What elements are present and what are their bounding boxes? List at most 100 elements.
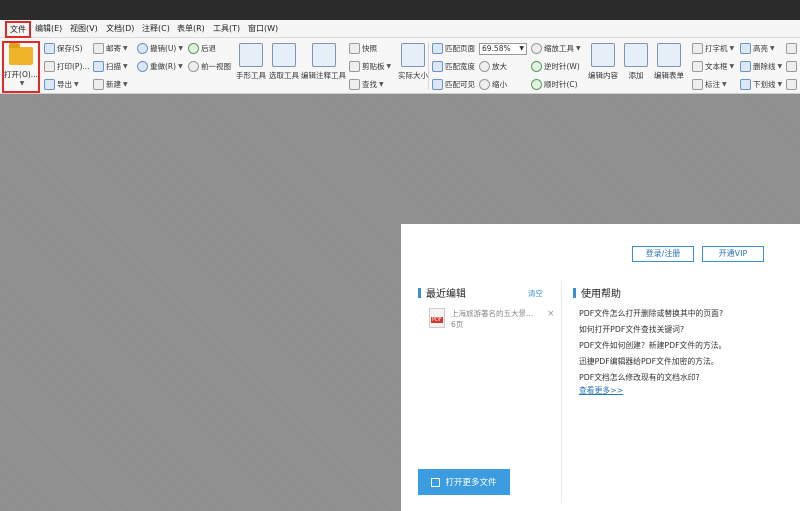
redo-button[interactable]: 重做(R) ▼ [137,61,183,72]
menu-tools[interactable]: 工具(T) [213,23,240,34]
zoom-out-button[interactable]: 缩小 [479,79,507,90]
edit-annotation-tool-button[interactable]: 编辑注释工具 [301,43,346,81]
undo-label: 撤销(U) [150,44,177,53]
comment-button[interactable] [786,43,799,54]
add-button[interactable]: 添加 [624,43,648,81]
zoom-select[interactable]: 69.58% ▼ [479,43,527,55]
chevron-down-icon: ▼ [178,63,183,70]
rotate-cw-button[interactable]: 顺时针(C) [531,79,578,90]
login-register-button[interactable]: 登录/注册 [632,246,694,262]
menu-file[interactable]: 文件 [5,21,31,38]
zoom-in-button[interactable]: 放大 [479,61,507,72]
fit-width-label: 匹配宽度 [445,62,475,71]
menu-edit[interactable]: 编辑(E) [35,23,62,34]
snapshot-button[interactable]: 快照 [349,43,377,54]
remove-recent-icon[interactable]: × [547,309,555,319]
find-button[interactable]: 查找 ▼ [349,79,384,90]
help-link[interactable]: 如何打开PDF文件查找关键词? [579,322,726,338]
menu-annotate[interactable]: 注释(C) [142,23,170,34]
scan-button[interactable]: 扫描 ▼ [93,61,128,72]
save-button[interactable]: 保存(S) [44,43,83,54]
highlight-button[interactable]: 高亮 ▼ [740,43,775,54]
export-icon [44,79,55,90]
open-button[interactable]: 打开(O)... ▼ [2,41,40,93]
edit-annotation-label: 编辑注释工具 [301,71,346,80]
panel-divider [561,282,562,502]
back-button[interactable]: 后退 [188,43,216,54]
chevron-down-icon: ▼ [19,80,25,87]
chevron-down-icon: ▼ [519,45,524,52]
print-icon [44,61,55,72]
view-more-link[interactable]: 查看更多>> [579,385,623,396]
pdf-file-icon [429,308,445,328]
hand-tool-label: 手形工具 [236,71,266,80]
print-button[interactable]: 打印(P)... [44,61,90,72]
mail-icon [93,43,104,54]
help-list: PDF文件怎么打开删除或替换其中的页面? 如何打开PDF文件查找关键词? PDF… [579,306,726,386]
recent-title-text: 最近编辑 [426,289,466,300]
typewriter-button[interactable]: 打字机 ▼ [692,43,734,54]
menu-view[interactable]: 视图(V) [70,23,98,34]
export-button[interactable]: 导出 ▼ [44,79,79,90]
menu-form[interactable]: 表单(R) [177,23,205,34]
rotate-cw-icon [531,79,542,90]
strikeout-button[interactable]: 删除线 ▼ [740,61,782,72]
new-label: 新建 [106,80,121,89]
chevron-down-icon: ▼ [729,45,735,52]
help-link[interactable]: PDF文件怎么打开删除或替换其中的页面? [579,306,726,322]
fit-page-label: 匹配页面 [445,44,475,53]
menu-document[interactable]: 文档(D) [106,23,134,34]
chevron-down-icon: ▼ [123,45,128,52]
recent-file-item[interactable]: 上海旅游著名的五大景... 6页 × [429,308,555,334]
menu-window[interactable]: 窗口(W) [248,23,278,34]
zoom-tool-button[interactable]: 缩放工具 ▼ [531,43,581,54]
undo-button[interactable]: 撤销(U) ▼ [137,43,183,54]
mail-button[interactable]: 邮寄 ▼ [93,43,128,54]
chevron-down-icon: ▼ [770,45,775,52]
add-content-icon [624,43,648,67]
callout-button[interactable]: 标注 ▼ [692,79,727,90]
edit-form-button[interactable]: 编辑表单 [654,43,684,81]
underline-button[interactable]: 下划线 ▼ [740,79,782,90]
prev-view-icon [188,61,199,72]
export-label: 导出 [57,80,72,89]
typewriter-label: 打字机 [705,44,728,53]
chevron-down-icon: ▼ [777,63,783,70]
hand-tool-button[interactable]: 手形工具 [236,43,266,81]
chevron-down-icon: ▼ [576,45,581,52]
attach-button[interactable] [786,61,799,72]
open-more-files-button[interactable]: 打开更多文件 [418,469,510,495]
new-button[interactable]: 新建 ▼ [93,79,128,90]
new-document-icon [93,79,104,90]
menu-bar: 文件 编辑(E) 视图(V) 文档(D) 注释(C) 表单(R) 工具(T) 窗… [0,20,800,38]
rotate-ccw-button[interactable]: 逆时针(W) [531,61,580,72]
find-label: 查找 [362,80,377,89]
callout-icon [692,79,703,90]
magnifier-icon [531,43,542,54]
audio-button[interactable] [786,79,799,90]
edit-content-icon [591,43,615,67]
select-tool-button[interactable]: 选取工具 [269,43,299,81]
help-link[interactable]: 迅捷PDF编辑器给PDF文件加密的方法。 [579,354,726,370]
fit-width-button[interactable]: 匹配宽度 [432,61,475,72]
fit-visible-button[interactable]: 匹配可见 [432,79,475,90]
help-link[interactable]: PDF文件如何创建？新建PDF文件的方法。 [579,338,726,354]
clear-recent-link[interactable]: 清空 [528,288,543,299]
rotate-ccw-icon [531,61,542,72]
scan-icon [93,61,104,72]
print-label: 打印(P)... [57,62,90,71]
help-link[interactable]: PDF文档怎么修改现有的文档水印? [579,370,726,386]
prev-view-button[interactable]: 前一视图 [188,61,231,72]
open-vip-button[interactable]: 开通VIP [702,246,764,262]
prev-view-label: 前一视图 [201,62,231,71]
snapshot-label: 快照 [362,44,377,53]
mail-label: 邮寄 [106,44,121,53]
section-marker [573,287,576,298]
clipboard-label: 剪贴板 [362,62,385,71]
actual-size-button[interactable]: 实际大小 [398,43,428,81]
textbox-button[interactable]: 文本框 ▼ [692,61,734,72]
callout-label: 标注 [705,80,720,89]
clipboard-button[interactable]: 剪贴板 ▼ [349,61,391,72]
edit-content-button[interactable]: 编辑内容 [588,43,618,81]
fit-page-button[interactable]: 匹配页面 [432,43,475,54]
